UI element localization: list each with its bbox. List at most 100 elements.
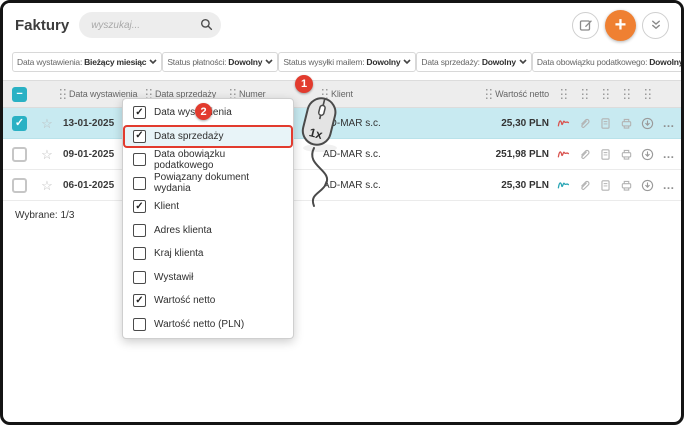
chevron-down-icon [519, 59, 527, 65]
filter-value: Dowolny [649, 57, 681, 67]
menu-item-label: Powiązany dokument wydania [154, 172, 250, 195]
menu-item-client[interactable]: ✓ Klient [123, 195, 293, 219]
column-chooser-menu: ✓ Data wystawienia ✓ Data sprzedaży Data o… [122, 98, 294, 339]
signature-icon[interactable] [557, 179, 570, 192]
search-box[interactable] [79, 12, 222, 38]
download-icon[interactable] [641, 148, 654, 161]
checkbox-icon[interactable] [133, 176, 146, 190]
top-bar: Faktury + [3, 3, 681, 47]
filter-payment-status[interactable]: Status płatności: Dowolny [162, 52, 279, 72]
menu-item-issued-by[interactable]: Wystawił [123, 266, 293, 290]
mouse-click-illustration: 1x [301, 97, 337, 207]
chevron-down-icon [265, 59, 273, 65]
checkbox-icon[interactable] [133, 153, 146, 167]
annotation-step-1-badge: 1 [295, 75, 313, 93]
attachment-icon[interactable] [578, 148, 591, 161]
star-icon[interactable]: ☆ [41, 179, 53, 192]
attachment-icon[interactable] [578, 117, 591, 130]
add-invoice-button[interactable]: + [605, 9, 636, 41]
printer-icon[interactable] [620, 117, 633, 130]
menu-item-tax-date[interactable]: Data obowiązku podatkowego [123, 148, 293, 172]
menu-item-label: Wystawił [154, 271, 194, 283]
menu-item-client-address[interactable]: Adres klienta [123, 219, 293, 243]
checkbox-icon[interactable] [133, 223, 146, 237]
attachment-icon[interactable] [578, 179, 591, 192]
filter-value: Dowolny [366, 57, 401, 67]
drag-handle-icon[interactable] [644, 89, 651, 99]
filter-label: Status wysyłki mailem: [283, 57, 365, 67]
checkbox-icon[interactable] [133, 270, 146, 284]
more-button[interactable]: … [663, 179, 675, 191]
page-title: Faktury [15, 16, 70, 34]
menu-item-label: Adres klienta [154, 224, 212, 236]
star-icon[interactable]: ☆ [41, 117, 53, 130]
menu-item-client-country[interactable]: Kraj klienta [123, 242, 293, 266]
col-label: Wartość netto [495, 88, 549, 99]
signature-icon[interactable] [557, 148, 570, 161]
filter-bar: Data wystawienia: Bieżący miesiąc Status… [3, 47, 681, 77]
checkbox-icon[interactable]: ✓ [133, 129, 146, 143]
filter-issue-date[interactable]: Data wystawienia: Bieżący miesiąc [12, 52, 163, 72]
filter-tax-date[interactable]: Data obowiązku podatkowego: Dowolny [531, 52, 681, 72]
menu-item-label: Wartość netto (PLN) [154, 318, 245, 330]
net-value-cell: 25,30 PLN [501, 117, 549, 129]
checkbox-icon[interactable]: ✓ [133, 200, 146, 214]
row-checkbox[interactable] [12, 177, 27, 193]
menu-item-net-value-pln[interactable]: Wartość netto (PLN) [123, 313, 293, 337]
select-all-checkbox[interactable]: − [12, 86, 27, 102]
row-checkbox[interactable]: ✓ [12, 115, 27, 131]
menu-item-related-document[interactable]: Powiązany dokument wydania [123, 172, 293, 196]
menu-item-label: Wartość netto [154, 295, 216, 307]
drag-handle-icon[interactable] [485, 89, 493, 99]
checkbox-icon[interactable] [133, 247, 146, 261]
col-receipt[interactable] [602, 89, 609, 99]
col-attachment[interactable] [581, 89, 588, 99]
signature-icon[interactable] [557, 117, 570, 130]
drag-handle-icon[interactable] [560, 89, 567, 99]
download-icon[interactable] [641, 117, 654, 130]
search-icon [200, 18, 213, 31]
menu-item-sale-date[interactable]: ✓ Data sprzedaży [123, 124, 293, 148]
checkbox-icon[interactable]: ✓ [133, 106, 146, 120]
more-button[interactable]: … [663, 117, 675, 129]
receipt-icon[interactable] [599, 179, 612, 192]
menu-item-label: Data obowiązku podatkowego [154, 148, 226, 171]
col-print[interactable] [623, 89, 630, 99]
printer-icon[interactable] [620, 179, 633, 192]
drag-handle-icon[interactable] [59, 89, 66, 99]
receipt-icon[interactable] [599, 117, 612, 130]
checkbox-icon[interactable] [133, 317, 146, 331]
star-icon[interactable]: ☆ [41, 148, 53, 161]
menu-item-label: Data sprzedaży [154, 130, 224, 142]
drag-handle-icon[interactable] [581, 89, 588, 99]
filter-label: Data obowiązku podatkowego: [536, 57, 648, 67]
collapse-all-button[interactable] [642, 11, 669, 39]
col-signature[interactable] [560, 89, 567, 99]
more-button[interactable]: … [663, 148, 675, 160]
menu-item-net-value[interactable]: ✓ Wartość netto [123, 289, 293, 313]
filter-label: Data wystawienia: [17, 57, 83, 67]
receipt-icon[interactable] [599, 148, 612, 161]
col-download[interactable] [644, 89, 651, 99]
edit-button[interactable] [572, 11, 599, 39]
header-actions: + [572, 9, 669, 41]
row-checkbox[interactable] [12, 146, 27, 162]
compose-icon [579, 18, 593, 32]
drag-handle-icon[interactable] [602, 89, 609, 99]
download-icon[interactable] [641, 179, 654, 192]
chevron-down-icon [149, 59, 157, 65]
net-value-cell: 251,98 PLN [495, 148, 549, 160]
col-net-value[interactable]: Wartość netto [485, 89, 553, 99]
filter-value: Bieżący miesiąc [84, 57, 147, 67]
checkbox-icon[interactable]: ✓ [133, 294, 146, 308]
menu-item-label: Klient [154, 201, 180, 213]
drag-handle-icon[interactable] [623, 89, 630, 99]
search-input[interactable] [91, 19, 196, 31]
filter-value: Dowolny [481, 57, 516, 67]
double-chevron-down-icon [649, 18, 663, 32]
printer-icon[interactable] [620, 148, 633, 161]
filter-sale-date[interactable]: Data sprzedaży: Dowolny [416, 52, 532, 72]
filter-mail-status[interactable]: Status wysyłki mailem: Dowolny [278, 52, 417, 72]
filter-label: Status płatności: [167, 57, 227, 67]
filter-value: Dowolny [228, 57, 263, 67]
